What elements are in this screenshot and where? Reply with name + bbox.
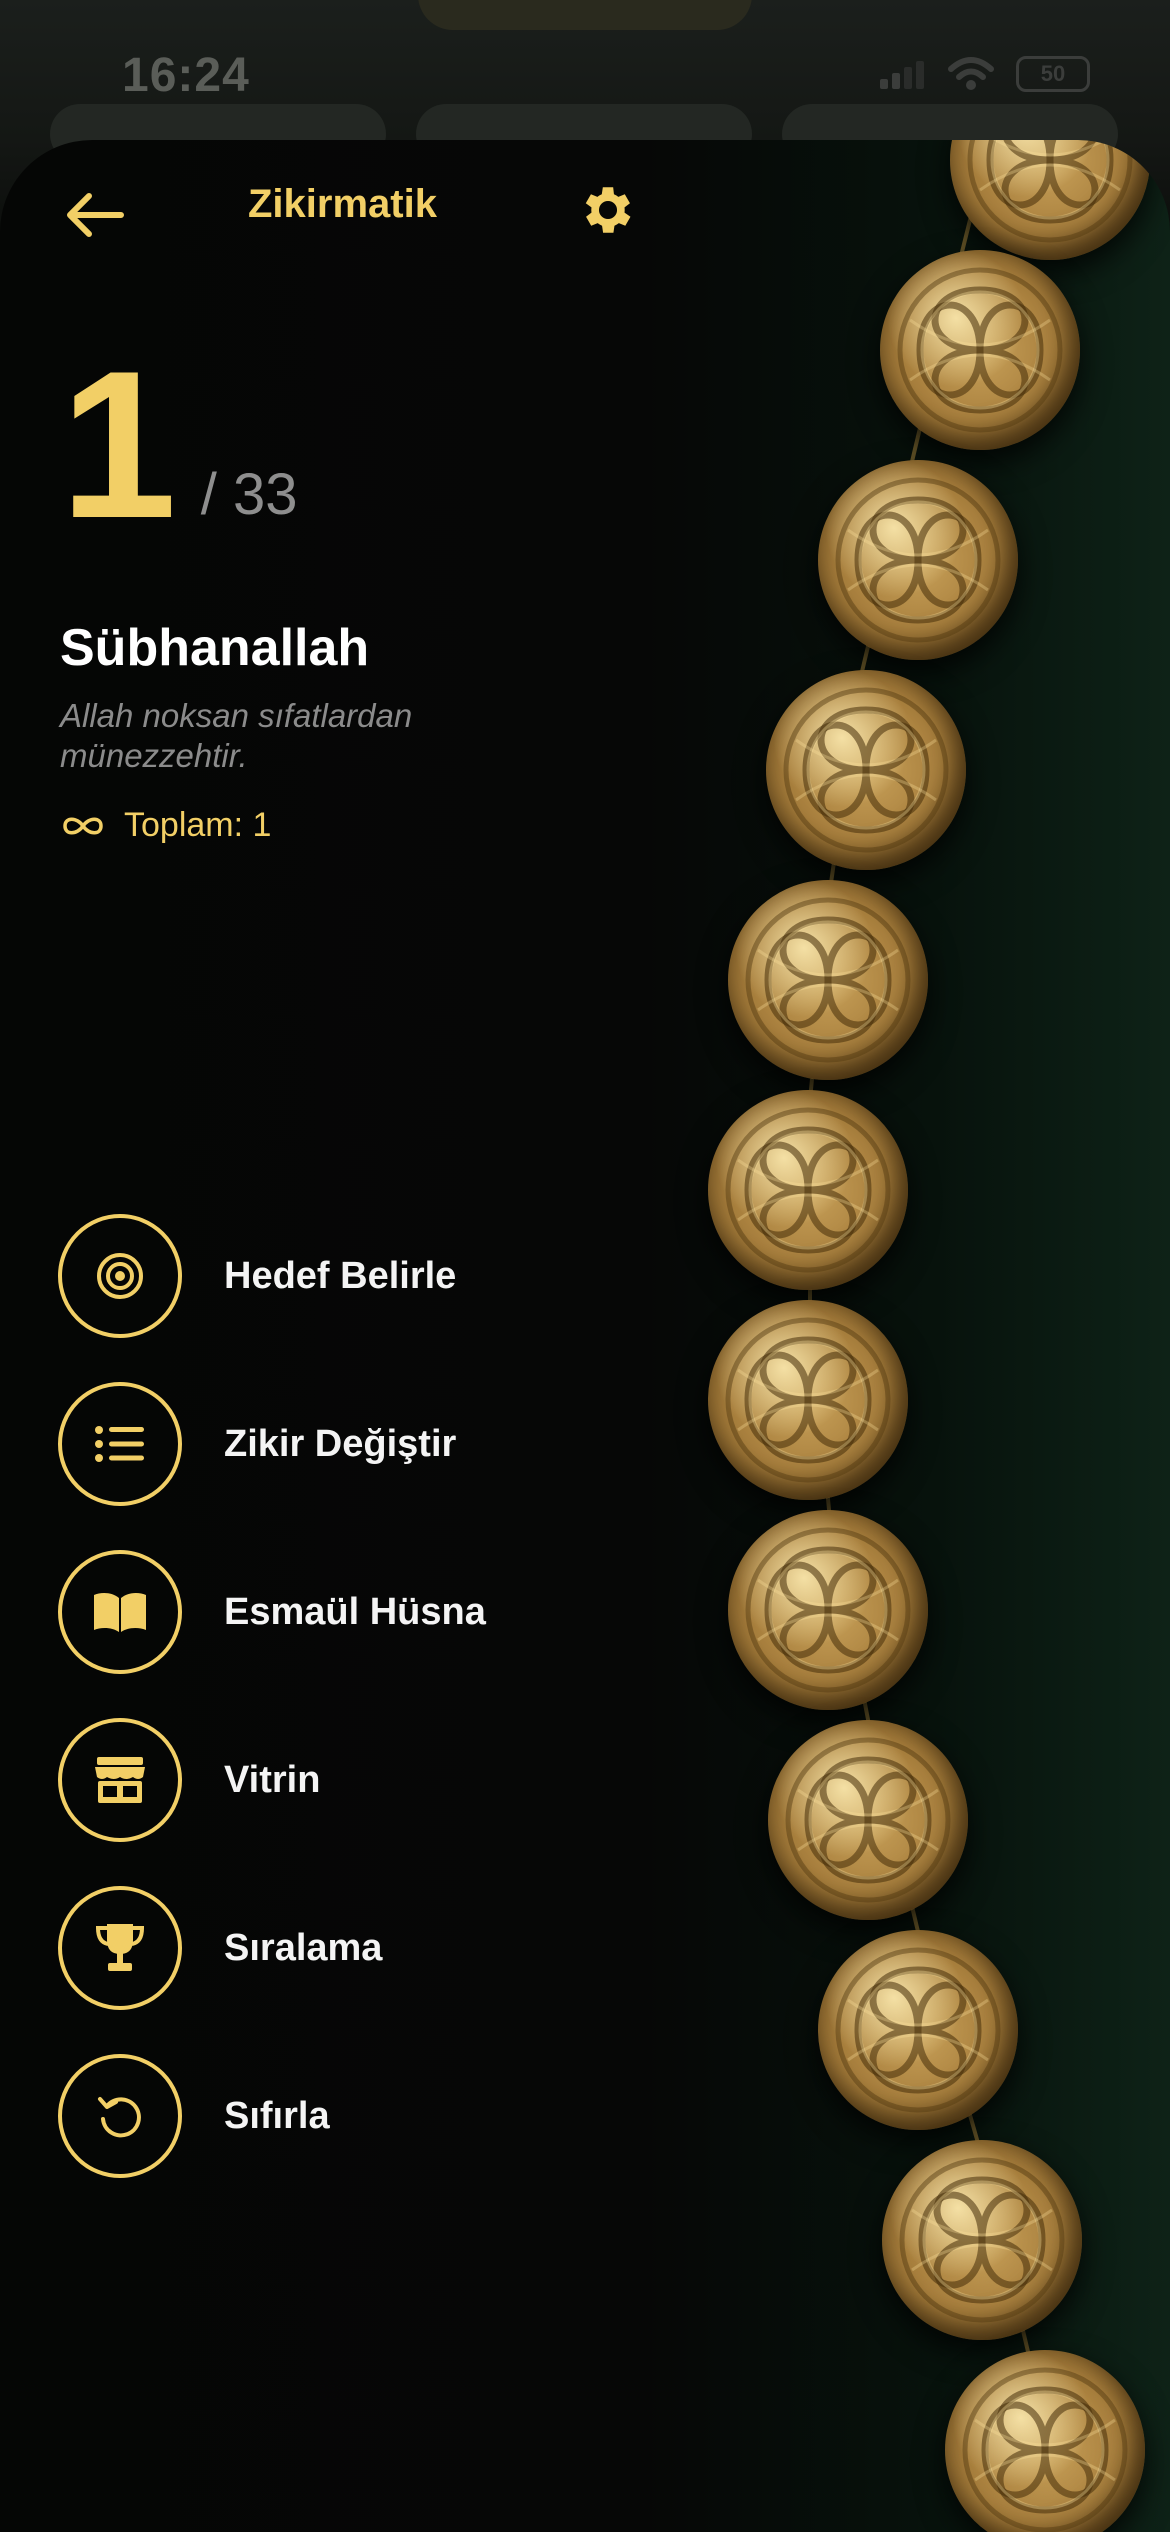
menu-icon-circle xyxy=(58,1718,182,1842)
list-icon xyxy=(95,1426,144,1462)
settings-button[interactable] xyxy=(572,174,644,246)
count-current: 1 xyxy=(60,327,177,562)
book-icon xyxy=(94,1593,146,1632)
menu-item-sifirla[interactable]: Sıfırla xyxy=(58,2032,486,2200)
menu-label: Zikir Değiştir xyxy=(224,1422,457,1465)
count-target: / 33 xyxy=(200,462,298,527)
menu-item-zikir-degistir[interactable]: Zikir Değiştir xyxy=(58,1360,486,1528)
zikirmatik-sheet: Zikirmatik 1 / 33 Sübhanallah Allah noks… xyxy=(0,140,1170,2532)
menu-icon-circle xyxy=(58,2054,182,2178)
dynamic-island xyxy=(418,0,752,30)
menu-item-vitrin[interactable]: Vitrin xyxy=(58,1696,486,1864)
menu-label: Sıfırla xyxy=(224,2094,330,2137)
menu-label: Sıralama xyxy=(224,1926,383,1969)
back-button[interactable] xyxy=(60,180,130,250)
reset-icon xyxy=(98,2097,141,2138)
tesbih-bead[interactable] xyxy=(708,1300,908,1500)
tesbih-bead[interactable] xyxy=(728,880,928,1080)
arrow-left-icon xyxy=(67,193,124,237)
gear-icon xyxy=(585,187,631,233)
tesbih-bead[interactable] xyxy=(880,250,1080,450)
action-menu: Hedef Belirle Zikir Değiştir Esmaül Hüsn… xyxy=(58,1192,486,2200)
tesbih-bead[interactable] xyxy=(766,670,966,870)
battery-level: 50 xyxy=(1040,61,1066,86)
menu-icon-circle xyxy=(58,1382,182,1506)
menu-item-siralama[interactable]: Sıralama xyxy=(58,1864,486,2032)
infinity-icon xyxy=(63,817,103,834)
page-title: Zikirmatik xyxy=(248,182,437,226)
tesbih-bead[interactable] xyxy=(945,2350,1145,2532)
tesbih-bead[interactable] xyxy=(708,1090,908,1290)
counter: 1 / 33 xyxy=(60,340,298,550)
store-icon xyxy=(95,1757,145,1803)
battery-icon: 50 xyxy=(1016,56,1090,92)
tesbih-bead[interactable] xyxy=(728,1510,928,1710)
tesbih-bead[interactable] xyxy=(950,140,1150,260)
status-icons: 50 xyxy=(878,56,1090,92)
target-icon xyxy=(97,1253,143,1299)
trophy-icon xyxy=(95,1924,145,1971)
menu-icon-circle xyxy=(58,1550,182,1674)
zikr-meaning: Allah noksan sıfatlardan münezzehtir. xyxy=(60,697,413,774)
wifi-icon xyxy=(948,57,994,90)
menu-label: Esmaül Hüsna xyxy=(224,1590,486,1633)
nav-bar: Zikirmatik xyxy=(0,140,700,270)
menu-label: Vitrin xyxy=(224,1758,321,1801)
menu-item-esmaul-husna[interactable]: Esmaül Hüsna xyxy=(58,1528,486,1696)
total-count: Toplam: 1 xyxy=(60,806,271,845)
menu-icon-circle xyxy=(58,1886,182,2010)
total-label: Toplam: 1 xyxy=(124,806,272,844)
menu-icon-circle xyxy=(58,1214,182,1338)
tesbih-bead[interactable] xyxy=(818,1930,1018,2130)
signal-icon xyxy=(880,61,924,89)
menu-item-hedef-belirle[interactable]: Hedef Belirle xyxy=(58,1192,486,1360)
tesbih-bead[interactable] xyxy=(768,1720,968,1920)
status-time: 16:24 xyxy=(122,49,250,102)
tesbih-bead[interactable] xyxy=(882,2140,1082,2340)
menu-label: Hedef Belirle xyxy=(224,1254,457,1297)
zikr-name: Sübhanallah xyxy=(60,619,370,677)
tesbih-bead[interactable] xyxy=(818,460,1018,660)
app-screen: 16:24 50 Zikirmatik 1 / 33 Sübhanallah A… xyxy=(0,0,1170,2532)
